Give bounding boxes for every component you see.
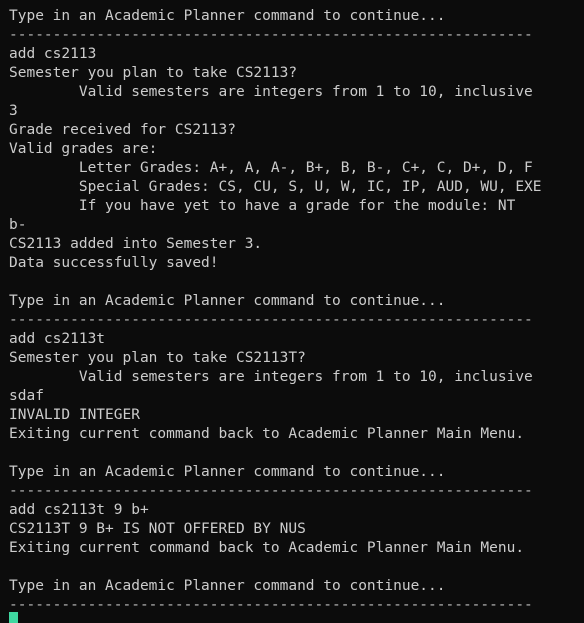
terminal-line: If you have yet to have a grade for the … bbox=[9, 198, 516, 214]
terminal-line: add cs2113t 9 b+ bbox=[9, 502, 149, 518]
terminal-line: sdaf bbox=[9, 388, 44, 404]
terminal-line: Special Grades: CS, CU, S, U, W, IC, IP,… bbox=[9, 179, 542, 195]
terminal-line: CS2113 added into Semester 3. bbox=[9, 236, 263, 252]
separator-line: ----------------------------------------… bbox=[9, 483, 533, 499]
separator-line: ----------------------------------------… bbox=[9, 597, 533, 613]
terminal-line: Type in an Academic Planner command to c… bbox=[9, 8, 446, 24]
text-cursor bbox=[9, 612, 18, 623]
terminal-line: add cs2113t bbox=[9, 331, 106, 347]
terminal-line: Type in an Academic Planner command to c… bbox=[9, 578, 446, 594]
terminal-line: Type in an Academic Planner command to c… bbox=[9, 464, 446, 480]
terminal-line: Grade received for CS2113? bbox=[9, 122, 236, 138]
terminal-line: Exiting current command back to Academic… bbox=[9, 540, 525, 556]
terminal-line: CS2113T 9 B+ IS NOT OFFERED BY NUS bbox=[9, 521, 306, 537]
terminal-line: Semester you plan to take CS2113? bbox=[9, 65, 298, 81]
terminal-line: Valid semesters are integers from 1 to 1… bbox=[9, 84, 533, 100]
terminal-output: Type in an Academic Planner command to c… bbox=[9, 7, 584, 615]
terminal-line: Exiting current command back to Academic… bbox=[9, 426, 525, 442]
terminal-line: INVALID INTEGER bbox=[9, 407, 140, 423]
terminal-line: Valid semesters are integers from 1 to 1… bbox=[9, 369, 533, 385]
separator-line: ----------------------------------------… bbox=[9, 27, 533, 43]
terminal-line: b- bbox=[9, 217, 27, 233]
terminal-window[interactable]: Type in an Academic Planner command to c… bbox=[0, 0, 584, 623]
terminal-line: Letter Grades: A+, A, A-, B+, B, B-, C+,… bbox=[9, 160, 533, 176]
terminal-line: Data successfully saved! bbox=[9, 255, 219, 271]
terminal-line: Type in an Academic Planner command to c… bbox=[9, 293, 446, 309]
terminal-line: add cs2113 bbox=[9, 46, 97, 62]
terminal-line: 3 bbox=[9, 103, 18, 119]
separator-line: ----------------------------------------… bbox=[9, 312, 533, 328]
terminal-line: Semester you plan to take CS2113T? bbox=[9, 350, 306, 366]
terminal-line: Valid grades are: bbox=[9, 141, 158, 157]
